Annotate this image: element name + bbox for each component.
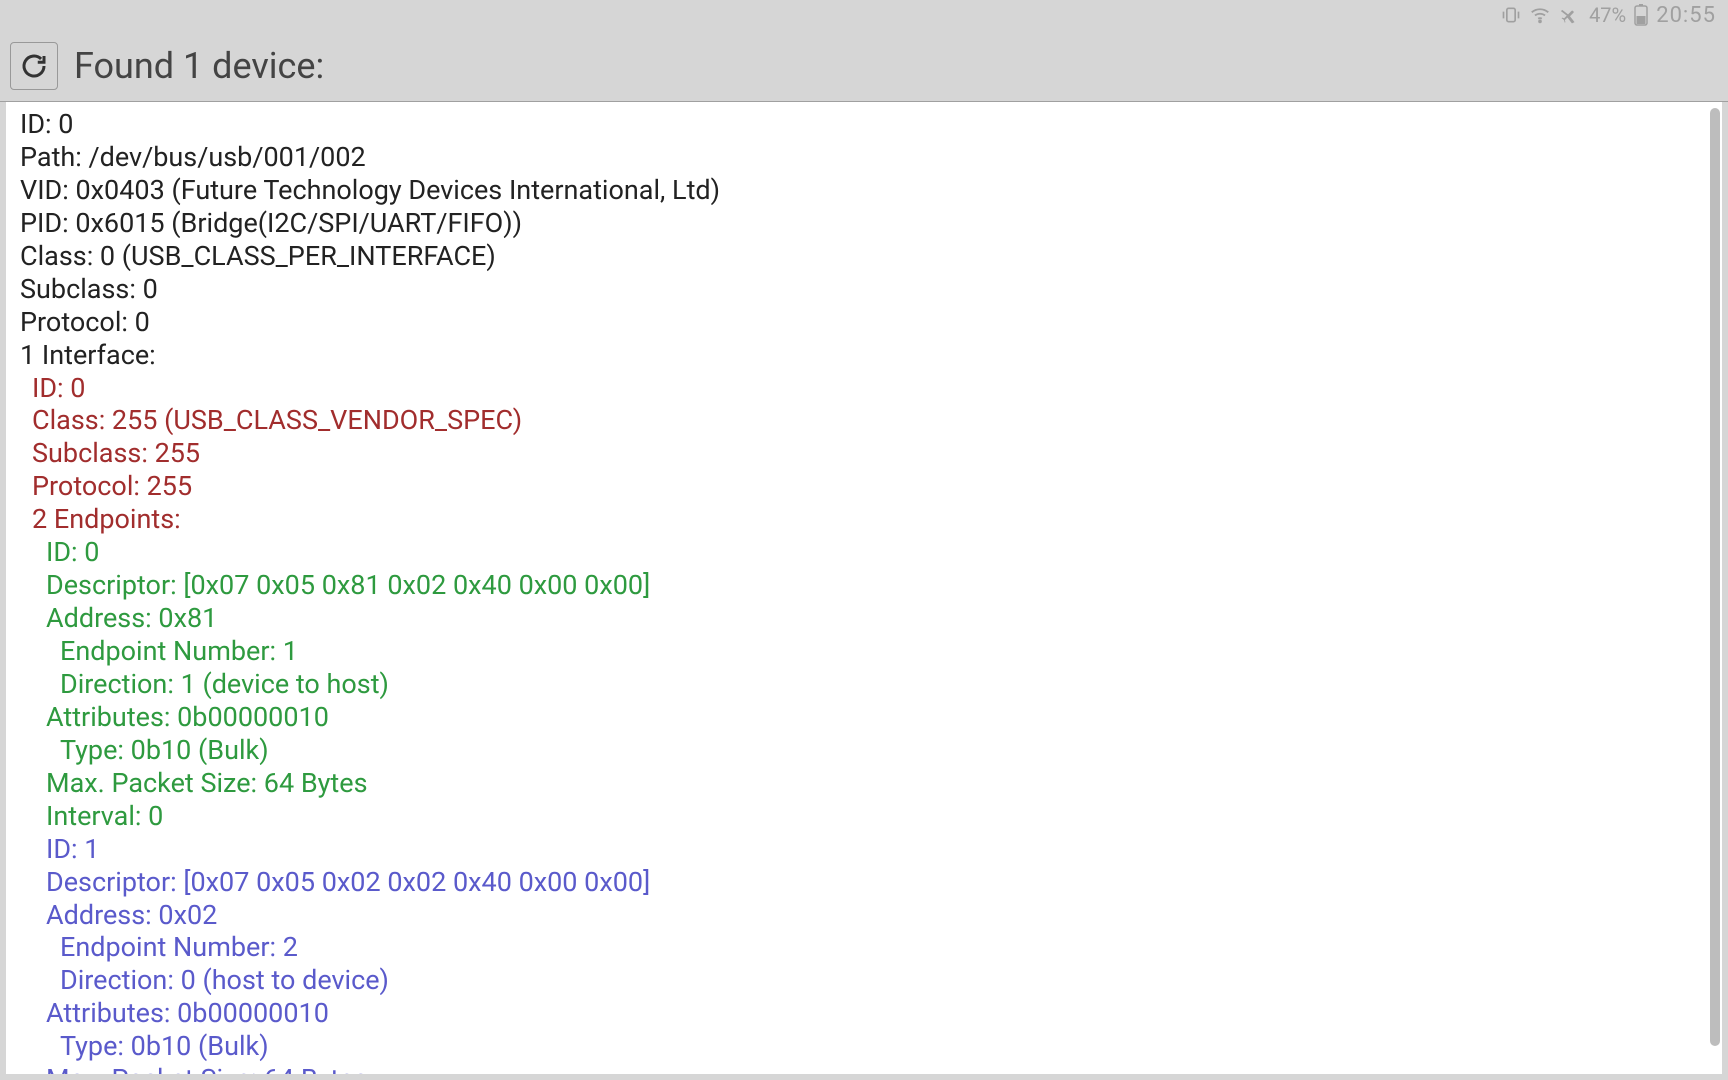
ep1-attributes: Attributes: 0b00000010 — [20, 997, 1708, 1030]
device-vid: VID: 0x0403 (Future Technology Devices I… — [20, 174, 1708, 207]
ep1-descriptor: Descriptor: [0x07 0x05 0x02 0x02 0x40 0x… — [20, 866, 1708, 899]
status-bar: 47% 20:55 — [0, 0, 1728, 30]
refresh-button[interactable] — [10, 42, 58, 90]
device-id: ID: 0 — [20, 108, 1708, 141]
endpoint-count: 2 Endpoints: — [20, 503, 1708, 536]
status-time: 20:55 — [1656, 3, 1716, 28]
ep1-number: Endpoint Number: 2 — [20, 931, 1708, 964]
battery-percent: 47% — [1589, 3, 1626, 27]
device-path: Path: /dev/bus/usb/001/002 — [20, 141, 1708, 174]
ep0-id: ID: 0 — [20, 536, 1708, 569]
ep1-direction: Direction: 0 (host to device) — [20, 964, 1708, 997]
scrollbar[interactable] — [1710, 108, 1720, 1046]
device-details: ID: 0 Path: /dev/bus/usb/001/002 VID: 0x… — [6, 102, 1722, 1074]
iface-id: ID: 0 — [20, 372, 1708, 405]
wifi-icon — [1529, 4, 1551, 26]
ep0-type: Type: 0b10 (Bulk) — [20, 734, 1708, 767]
ep0-number: Endpoint Number: 1 — [20, 635, 1708, 668]
device-protocol: Protocol: 0 — [20, 306, 1708, 339]
ep0-descriptor: Descriptor: [0x07 0x05 0x81 0x02 0x40 0x… — [20, 569, 1708, 602]
ep0-direction: Direction: 1 (device to host) — [20, 668, 1708, 701]
app-bar: Found 1 device: — [0, 30, 1728, 102]
interface-count: 1 Interface: — [20, 339, 1708, 372]
device-class: Class: 0 (USB_CLASS_PER_INTERFACE) — [20, 240, 1708, 273]
vibrate-icon — [1501, 5, 1521, 25]
ep1-address: Address: 0x02 — [20, 899, 1708, 932]
ep0-interval: Interval: 0 — [20, 800, 1708, 833]
device-subclass: Subclass: 0 — [20, 273, 1708, 306]
page-title: Found 1 device: — [74, 45, 324, 87]
refresh-icon — [19, 51, 49, 81]
device-list[interactable]: ID: 0 Path: /dev/bus/usb/001/002 VID: 0x… — [6, 102, 1722, 1074]
ep1-max-packet: Max. Packet Size: 64 Bytes — [20, 1063, 1708, 1074]
ep1-type: Type: 0b10 (Bulk) — [20, 1030, 1708, 1063]
battery-icon — [1634, 4, 1648, 26]
ep0-attributes: Attributes: 0b00000010 — [20, 701, 1708, 734]
iface-protocol: Protocol: 255 — [20, 470, 1708, 503]
iface-class: Class: 255 (USB_CLASS_VENDOR_SPEC) — [20, 404, 1708, 437]
ep0-max-packet: Max. Packet Size: 64 Bytes — [20, 767, 1708, 800]
airplane-icon — [1559, 4, 1581, 26]
iface-subclass: Subclass: 255 — [20, 437, 1708, 470]
ep0-address: Address: 0x81 — [20, 602, 1708, 635]
ep1-id: ID: 1 — [20, 833, 1708, 866]
device-pid: PID: 0x6015 (Bridge(I2C/SPI/UART/FIFO)) — [20, 207, 1708, 240]
